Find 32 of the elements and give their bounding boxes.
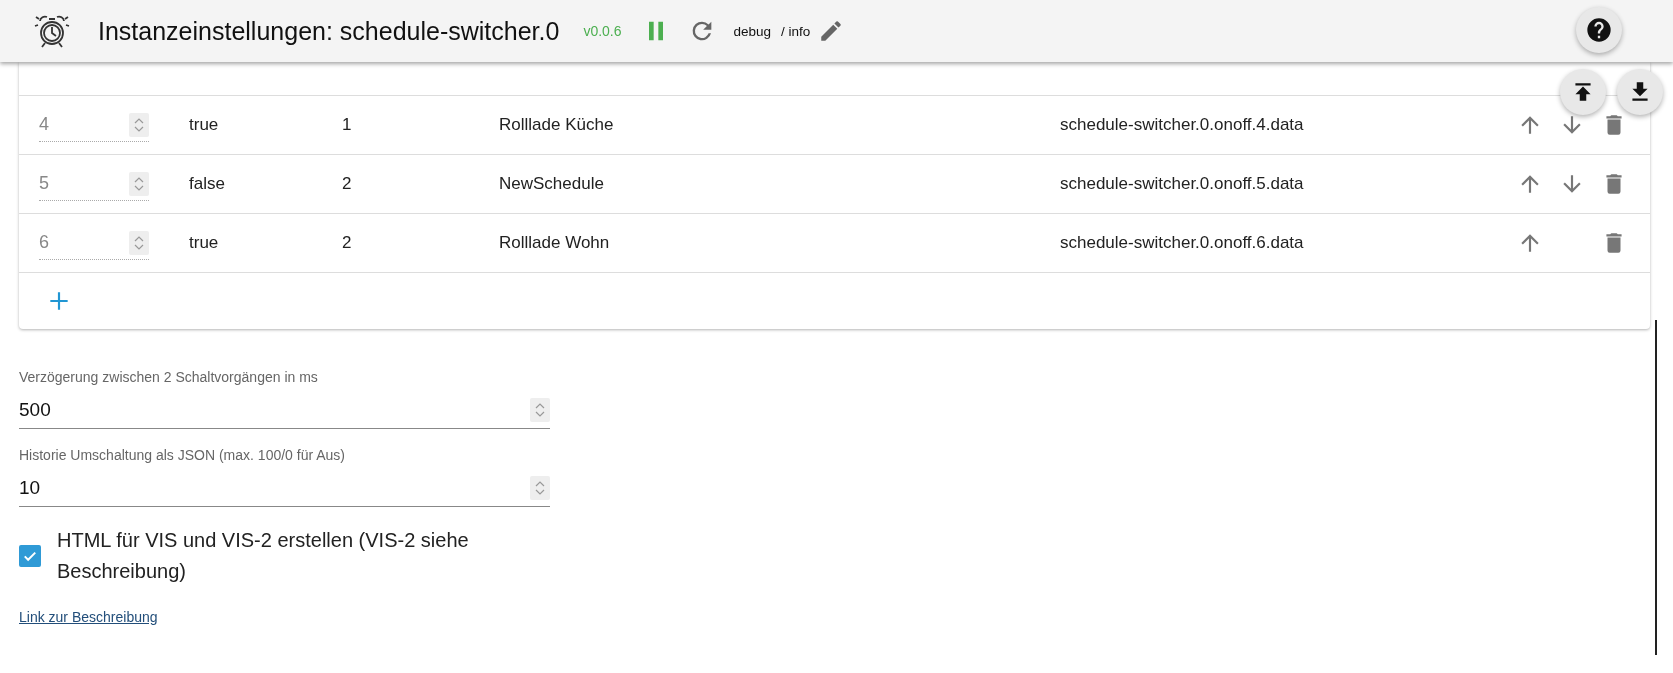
table-cell-text: schedule-switcher.0.onoff.5.data — [1060, 174, 1305, 194]
field-label: Verzögerung zwischen 2 Schaltvorgängen in ms — [19, 369, 319, 385]
table-cell-text: 2 — [342, 174, 353, 194]
table-cell-text: NewSchedule — [499, 174, 605, 194]
version-label: v0.0.6 — [583, 23, 622, 39]
field-label: Historie Umschaltung als JSON (max. 100/0 für Aus) — [19, 447, 346, 463]
table-cell-text: Rolllade Wohn — [499, 233, 611, 253]
table-cell-text: true — [189, 233, 220, 253]
table-cell-text: true — [189, 115, 220, 135]
table-cell-text: schedule-switcher.0.onoff.4.data — [1060, 115, 1305, 135]
help-icon — [1585, 16, 1613, 44]
number-field[interactable]: 5 — [39, 167, 149, 201]
number-field[interactable]: 4 — [39, 108, 149, 142]
spinner-icon[interactable] — [133, 116, 145, 133]
checkbox-label: HTML für VIS und VIS-2 erstellen (VIS-2 siehe Beschreibung) — [57, 528, 470, 584]
spinner-icon[interactable] — [534, 479, 546, 496]
number-field[interactable]: 500 — [19, 393, 550, 429]
spinner-icon[interactable] — [133, 234, 145, 251]
log-level-label: debug — [733, 23, 772, 39]
page-title: Instanzeinstellungen: schedule-switcher.0 — [98, 16, 560, 46]
number-field[interactable]: 10 — [19, 471, 550, 507]
number-field[interactable]: 6 — [39, 226, 149, 260]
table-cell-text: 2 — [342, 233, 353, 253]
spinner-icon[interactable] — [133, 175, 145, 192]
description-link[interactable]: Link zur Beschreibung — [19, 609, 158, 625]
log-level-label: / info — [781, 23, 811, 39]
spinner-icon[interactable] — [534, 401, 546, 418]
checkbox[interactable] — [19, 545, 41, 567]
table-cell-text: schedule-switcher.0.onoff.6.data — [1060, 233, 1305, 253]
table-cell-text: false — [189, 174, 226, 194]
table-cell-text: Rolllade Küche — [499, 115, 615, 135]
table-cell-text: 1 — [342, 115, 353, 135]
